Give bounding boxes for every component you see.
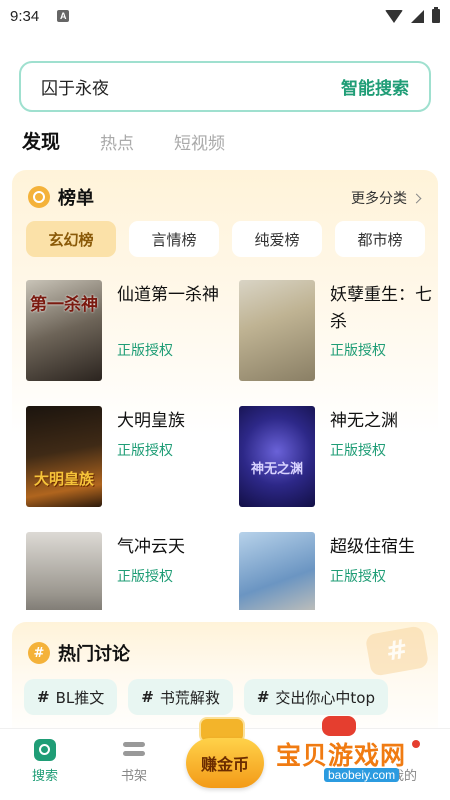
nav-bookshelf-label: 书架 <box>120 769 147 784</box>
book-license-tag: 正版授权 <box>330 443 386 459</box>
search-icon <box>34 739 56 761</box>
category-dushi[interactable]: 都市榜 <box>335 221 425 257</box>
signal-icon <box>411 9 424 23</box>
hashtag-icon: # <box>141 688 154 706</box>
tab-discover[interactable]: 发现 <box>22 127 60 157</box>
book-title: 妖孽重生：七杀 <box>330 285 432 332</box>
category-xuanhuan[interactable]: 玄幻榜 <box>26 221 116 257</box>
bookshelf-icon <box>123 739 145 761</box>
search-box[interactable]: 囚于永夜 智能搜索 <box>19 61 431 112</box>
category-chunai[interactable]: 纯爱榜 <box>232 221 322 257</box>
book-title: 超级住宿生 <box>330 537 415 557</box>
top-tabs: 发现 热点 短视频 <box>22 127 225 157</box>
ranking-header: 榜单 <box>28 184 94 210</box>
wifi-icon <box>385 9 403 23</box>
status-icons <box>385 7 440 23</box>
ranking-categories: 玄幻榜 言情榜 纯爱榜 都市榜 <box>26 221 425 257</box>
hashtag-icon: # <box>28 642 50 664</box>
search-input[interactable]: 囚于永夜 <box>41 74 109 99</box>
notification-dot <box>412 740 420 748</box>
book-cover <box>239 280 315 381</box>
book-cover: 大明皇族 <box>26 406 102 507</box>
book-title: 神无之渊 <box>330 411 398 431</box>
book-title: 气冲云天 <box>117 537 185 557</box>
watermark-logo: 宝贝游戏网 baobeiy.com <box>262 716 434 796</box>
trophy-icon <box>28 186 50 208</box>
chevron-right-icon <box>411 193 422 203</box>
hot-discussion-header: # 热门讨论 <box>28 640 130 666</box>
notification-icon: A <box>57 10 70 22</box>
nav-bookshelf[interactable]: 书架 <box>104 739 164 784</box>
topic-chip[interactable]: # 交出你心中top <box>243 679 388 715</box>
hot-discussion-title: 热门讨论 <box>58 644 130 665</box>
ranking-card: 榜单 更多分类 玄幻榜 言情榜 纯爱榜 都市榜 第一杀神 仙道第一杀神 正版授权… <box>12 170 438 610</box>
ranking-title: 榜单 <box>58 188 94 209</box>
gamepad-icon <box>322 716 356 736</box>
book-license-tag: 正版授权 <box>117 443 173 459</box>
book-license-tag: 正版授权 <box>117 343 173 359</box>
status-bar: 9:34 A <box>0 0 450 32</box>
watermark-url: baobeiy.com <box>324 768 400 782</box>
topic-chips: # BL推文 # 书荒解救 # 交出你心中top <box>24 679 388 715</box>
book-item[interactable]: 大明皇族 大明皇族 正版授权 <box>26 406 226 508</box>
book-item[interactable]: 神无之渊 神无之渊 正版授权 <box>239 406 438 508</box>
battery-icon <box>432 7 440 23</box>
book-item[interactable]: 第一杀神 仙道第一杀神 正版授权 <box>26 280 226 382</box>
hashtag-decoration-icon: # <box>364 625 430 677</box>
book-license-tag: 正版授权 <box>330 569 386 585</box>
more-categories-label: 更多分类 <box>351 191 407 207</box>
earn-coins-button[interactable]: 赚金币 <box>186 738 264 788</box>
cover-title-text: 神无之渊 <box>250 462 303 477</box>
category-yanqing[interactable]: 言情榜 <box>129 221 219 257</box>
cover-title-text: 大明皇族 <box>33 470 94 488</box>
topic-label: 交出你心中top <box>275 688 375 707</box>
hashtag-icon: # <box>37 688 50 706</box>
status-time: 9:34 <box>10 7 40 25</box>
topic-chip[interactable]: # BL推文 <box>24 679 118 715</box>
nav-search-label: 搜索 <box>31 769 58 784</box>
book-cover: 神无之渊 <box>239 406 315 507</box>
tab-hot[interactable]: 热点 <box>100 129 134 154</box>
topic-label: BL推文 <box>55 688 105 707</box>
watermark-text: 宝贝游戏网 <box>276 741 407 770</box>
topic-chip[interactable]: # 书荒解救 <box>128 679 233 715</box>
hashtag-icon: # <box>256 688 270 706</box>
more-categories-link[interactable]: 更多分类 <box>351 188 422 208</box>
book-cover <box>239 532 315 610</box>
nav-search[interactable]: 搜索 <box>15 739 75 784</box>
book-item[interactable]: 气冲云天 正版授权 <box>26 532 226 610</box>
book-cover: 第一杀神 <box>26 280 102 381</box>
book-cover <box>26 532 102 610</box>
book-item[interactable]: 妖孽重生：七杀 正版授权 <box>239 280 438 382</box>
tab-short-video[interactable]: 短视频 <box>174 129 225 154</box>
book-item[interactable]: 超级住宿生 正版授权 <box>239 532 438 610</box>
smart-search-button[interactable]: 智能搜索 <box>341 74 409 99</box>
book-title: 大明皇族 <box>117 411 185 431</box>
topic-label: 书荒解救 <box>159 688 220 707</box>
book-license-tag: 正版授权 <box>117 569 173 585</box>
book-license-tag: 正版授权 <box>330 343 386 359</box>
cover-title-text: 第一杀神 <box>30 295 98 315</box>
book-title: 仙道第一杀神 <box>117 285 219 305</box>
